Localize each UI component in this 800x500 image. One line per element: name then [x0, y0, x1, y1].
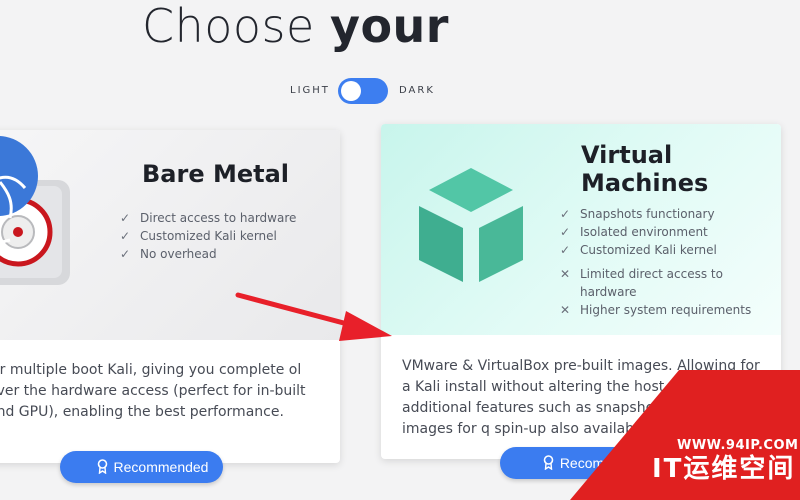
watermark-url: WWW.94IP.COM [677, 438, 799, 453]
watermark-brand: IT运维空间 [652, 454, 796, 484]
